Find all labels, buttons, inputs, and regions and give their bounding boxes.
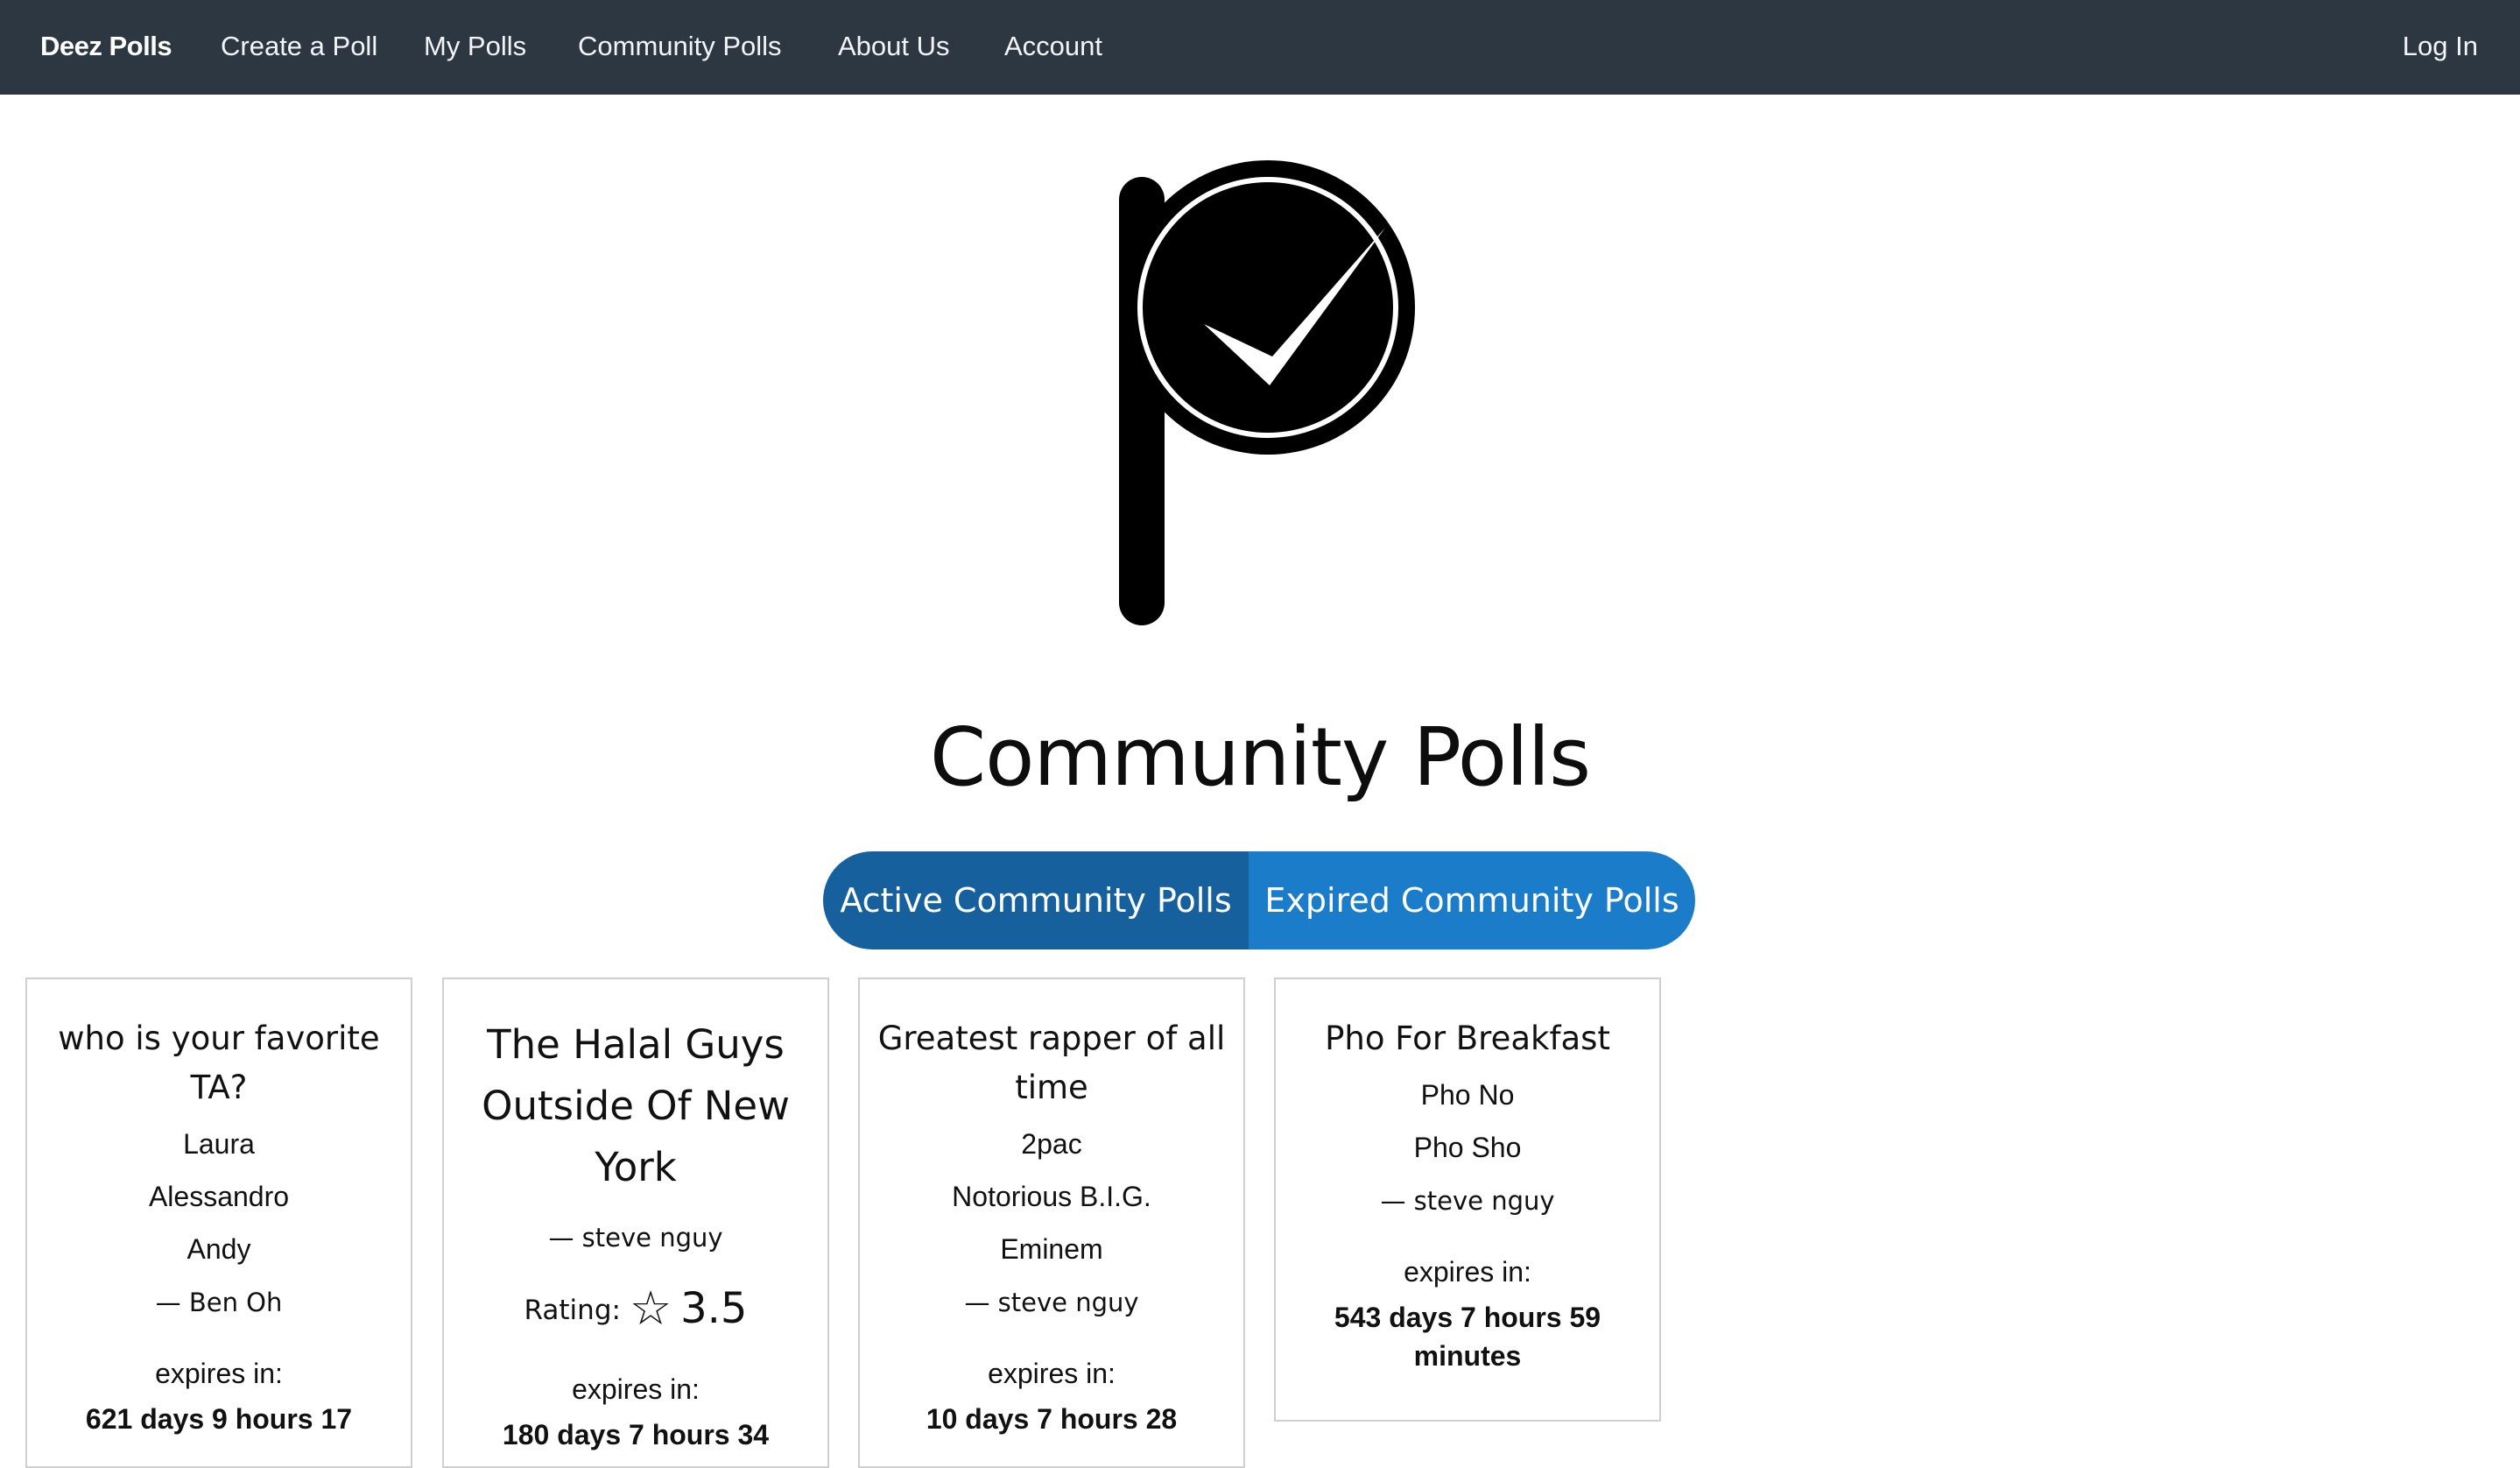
poll-title: Pho For Breakfast <box>1325 1020 1610 1057</box>
expires-value: 621 days 9 hours 17 <box>85 1403 353 1435</box>
expires-label: expires in: <box>572 1373 700 1405</box>
nav-account[interactable]: Account <box>1004 0 1102 95</box>
poll-author: — steve nguy <box>964 1288 1139 1317</box>
nav-about-us[interactable]: About Us <box>838 0 950 95</box>
tab-expired-community-polls[interactable]: Expired Community Polls <box>1249 851 1695 949</box>
expires-value: 543 days 7 hours 59 minutes <box>1334 1302 1601 1372</box>
brand-link[interactable]: Deez Polls <box>40 0 172 95</box>
expires-value: 10 days 7 hours 28 <box>926 1403 1178 1435</box>
star-icon: ☆ <box>629 1281 672 1336</box>
expires-label: expires in: <box>1404 1256 1531 1288</box>
poll-option: Eminem <box>1000 1233 1103 1265</box>
expires-label: expires in: <box>988 1358 1116 1389</box>
expires-label: expires in: <box>155 1358 283 1389</box>
poll-option: Andy <box>187 1233 251 1265</box>
page-title: Community Polls <box>929 710 1591 804</box>
poll-card[interactable]: Greatest rapper of all time 2pac Notorio… <box>858 977 1245 1468</box>
poll-author: — Ben Oh <box>155 1288 283 1317</box>
poll-option: Alessandro <box>148 1181 290 1212</box>
login-link[interactable]: Log In <box>2403 0 2478 95</box>
poll-option: Laura <box>183 1128 255 1160</box>
poll-title: who is your favorite TA? <box>58 1020 380 1106</box>
poll-option: 2pac <box>1021 1128 1082 1160</box>
poll-filter-tabs: Active Community Polls Expired Community… <box>823 851 1695 949</box>
poll-rating: Rating: ☆ 3.5 <box>461 1274 810 1345</box>
rating-value: 3.5 <box>680 1284 748 1333</box>
rating-label: Rating: <box>524 1295 621 1326</box>
nav-my-polls[interactable]: My Polls <box>424 0 526 95</box>
poll-checkmark-logo-icon <box>1119 160 1415 625</box>
tab-active-community-polls[interactable]: Active Community Polls <box>823 851 1249 949</box>
poll-title: Greatest rapper of all time <box>877 1020 1226 1106</box>
poll-author: — steve nguy <box>1380 1186 1555 1216</box>
nav-create-poll[interactable]: Create a Poll <box>221 0 377 95</box>
poll-author: — steve nguy <box>548 1223 723 1253</box>
poll-card[interactable]: The Halal Guys Outside Of New York — ste… <box>442 977 829 1468</box>
poll-option: Pho No <box>1420 1079 1515 1111</box>
poll-option: Notorious B.I.G. <box>952 1181 1151 1212</box>
expires-value: 180 days 7 hours 34 <box>502 1419 770 1450</box>
poll-card[interactable]: Pho For Breakfast Pho No Pho Sho — steve… <box>1274 977 1661 1422</box>
nav-community-polls[interactable]: Community Polls <box>578 0 782 95</box>
poll-card[interactable]: who is your favorite TA? Laura Alessandr… <box>25 977 412 1468</box>
poll-title: The Halal Guys Outside Of New York <box>482 1021 790 1190</box>
top-navbar: Deez Polls Create a Poll My Polls Commun… <box>0 0 2520 95</box>
poll-option: Pho Sho <box>1413 1132 1522 1163</box>
